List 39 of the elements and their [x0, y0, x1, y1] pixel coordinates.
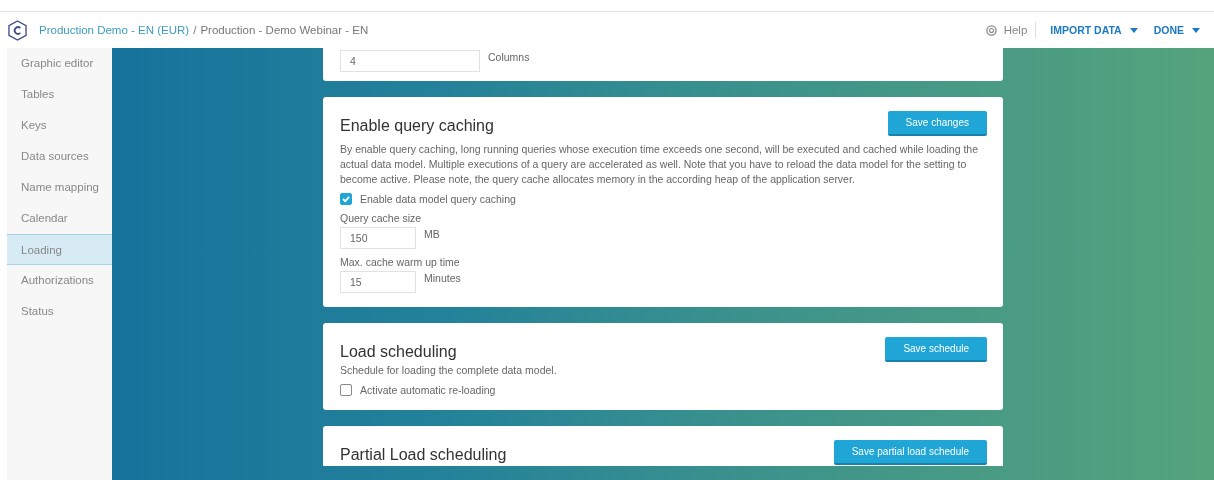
sidebar-item[interactable]: Graphic editor — [7, 48, 112, 79]
field-label: Max. cache warm up time — [340, 256, 461, 268]
help-icon[interactable] — [985, 24, 997, 36]
card-title: Enable query caching — [340, 117, 494, 135]
checkbox[interactable] — [340, 384, 352, 396]
unit-label: MB — [424, 228, 440, 240]
sidebar-item[interactable]: Loading — [7, 234, 112, 265]
checkbox[interactable] — [340, 193, 352, 205]
breadcrumb-link[interactable]: Production Demo - EN (EUR) — [39, 24, 190, 36]
breadcrumb-separator: / — [193, 24, 197, 36]
caret-icon — [1129, 27, 1138, 33]
sidebar-item[interactable]: Data sources — [7, 141, 112, 172]
card-title: Partial Load scheduling — [340, 446, 507, 464]
logo-icon — [8, 19, 27, 41]
help-link[interactable]: Help — [1003, 24, 1028, 36]
dropdown-button[interactable]: IMPORT DATA — [1044, 24, 1144, 36]
checkbox-label: Enable data model query caching — [360, 193, 516, 205]
sidebar-item[interactable]: Tables — [7, 79, 112, 110]
card-title: Load scheduling — [340, 343, 457, 361]
sidebar-item[interactable]: Calendar — [7, 203, 112, 234]
description-text: By enable query caching, long running queries whose execution time exceeds one second, will be executed and cached while loading the actual data model. Multiple executions of a query are accelerated as well. Note that you have to reload the data model for the setting to become active. Please note, the query cache allocates memory in the according heap of the application server. — [340, 142, 979, 187]
input-field[interactable]: 4 — [340, 50, 480, 72]
unit-label: Columns — [488, 51, 530, 63]
save-button[interactable]: Save changes — [887, 111, 987, 136]
input-field[interactable]: 15 — [340, 271, 416, 293]
input-field[interactable]: 150 — [340, 227, 416, 249]
sidebar-item[interactable]: Authorizations — [7, 265, 112, 296]
caret-icon — [1192, 27, 1200, 33]
sidebar-item[interactable]: Name mapping — [7, 172, 112, 203]
save-button[interactable]: Save partial load schedule — [833, 440, 987, 465]
sidebar-item[interactable]: Status — [7, 296, 112, 327]
checkbox-label: Activate automatic re-loading — [360, 384, 496, 396]
unit-label: Minutes — [424, 272, 461, 284]
description-text: Schedule for loading the complete data model. — [340, 363, 558, 378]
field-label: Query cache size — [340, 212, 423, 224]
breadcrumb-current: Production - Demo Webinar - EN — [200, 24, 369, 36]
dropdown-button[interactable]: DONE — [1147, 24, 1206, 36]
save-button[interactable]: Save schedule — [885, 337, 987, 362]
sidebar-item[interactable]: Keys — [7, 110, 112, 141]
